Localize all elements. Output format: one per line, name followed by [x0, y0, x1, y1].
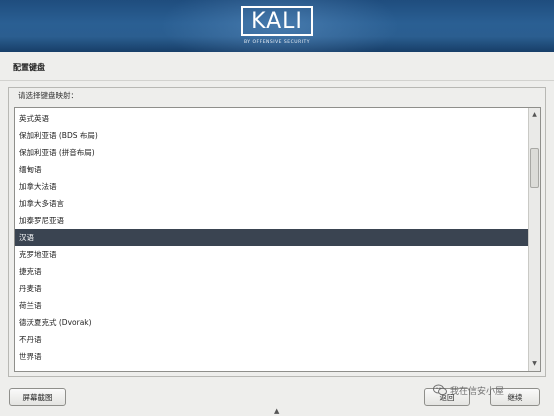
- scroll-up-button[interactable]: ▲: [529, 109, 540, 120]
- kali-banner: KALI BY OFFENSIVE SECURITY: [0, 0, 554, 52]
- keymap-item[interactable]: 加拿大多语言: [15, 195, 528, 212]
- kali-logo: KALI: [241, 6, 313, 36]
- keymap-item[interactable]: 加拿大法语: [15, 178, 528, 195]
- keymap-item[interactable]: 德沃夏克式 (Dvorak): [15, 314, 528, 331]
- keymap-prompt: 请选择键盘映射：: [18, 91, 78, 100]
- kali-logo-text: KALI: [251, 8, 303, 34]
- keymap-listbox[interactable]: 英式英语 保加利亚语 (BDS 布局) 保加利亚语 (拼音布局) 缅甸语 加拿大法语 加拿…: [14, 107, 541, 372]
- keymap-list[interactable]: 英式英语 保加利亚语 (BDS 布局) 保加利亚语 (拼音布局) 缅甸语 加拿大法语 加拿…: [15, 108, 528, 371]
- keymap-item-selected[interactable]: 汉语: [15, 229, 528, 246]
- kali-logo-tagline: BY OFFENSIVE SECURITY: [243, 40, 311, 45]
- scrollbar-thumb[interactable]: [530, 148, 539, 188]
- wechat-icon: [433, 384, 447, 396]
- title-separator: [0, 80, 554, 81]
- screenshot-button-label: 屏幕截图: [22, 392, 53, 402]
- keymap-item[interactable]: 捷克语: [15, 263, 528, 280]
- triangle-up-icon: ▲: [532, 111, 537, 118]
- list-scrollbar[interactable]: ▲ ▼: [528, 108, 540, 371]
- page-title: 配置键盘: [13, 63, 45, 72]
- keymap-item[interactable]: 丹麦语: [15, 280, 528, 297]
- screenshot-button[interactable]: 屏幕截图: [9, 388, 66, 406]
- keymap-item[interactable]: 克罗地亚语: [15, 246, 528, 263]
- keymap-item[interactable]: 保加利亚语 (拼音布局): [15, 144, 528, 161]
- keymap-item[interactable]: 英式英语: [15, 110, 528, 127]
- watermark-text: 我在信安小屋: [450, 386, 505, 397]
- keymap-item[interactable]: 加泰罗尼亚语: [15, 212, 528, 229]
- keymap-item[interactable]: 世界语: [15, 348, 528, 365]
- continue-button-label: 继续: [507, 392, 523, 402]
- keymap-item[interactable]: 缅甸语: [15, 161, 528, 178]
- watermark: 我在信安小屋: [433, 383, 504, 397]
- scroll-down-button[interactable]: ▼: [529, 358, 540, 369]
- bottom-indicator-icon: ▲: [274, 407, 280, 415]
- keymap-item[interactable]: 荷兰语: [15, 297, 528, 314]
- triangle-down-icon: ▼: [532, 360, 537, 367]
- keymap-item[interactable]: 不丹语: [15, 331, 528, 348]
- keymap-item[interactable]: 保加利亚语 (BDS 布局): [15, 127, 528, 144]
